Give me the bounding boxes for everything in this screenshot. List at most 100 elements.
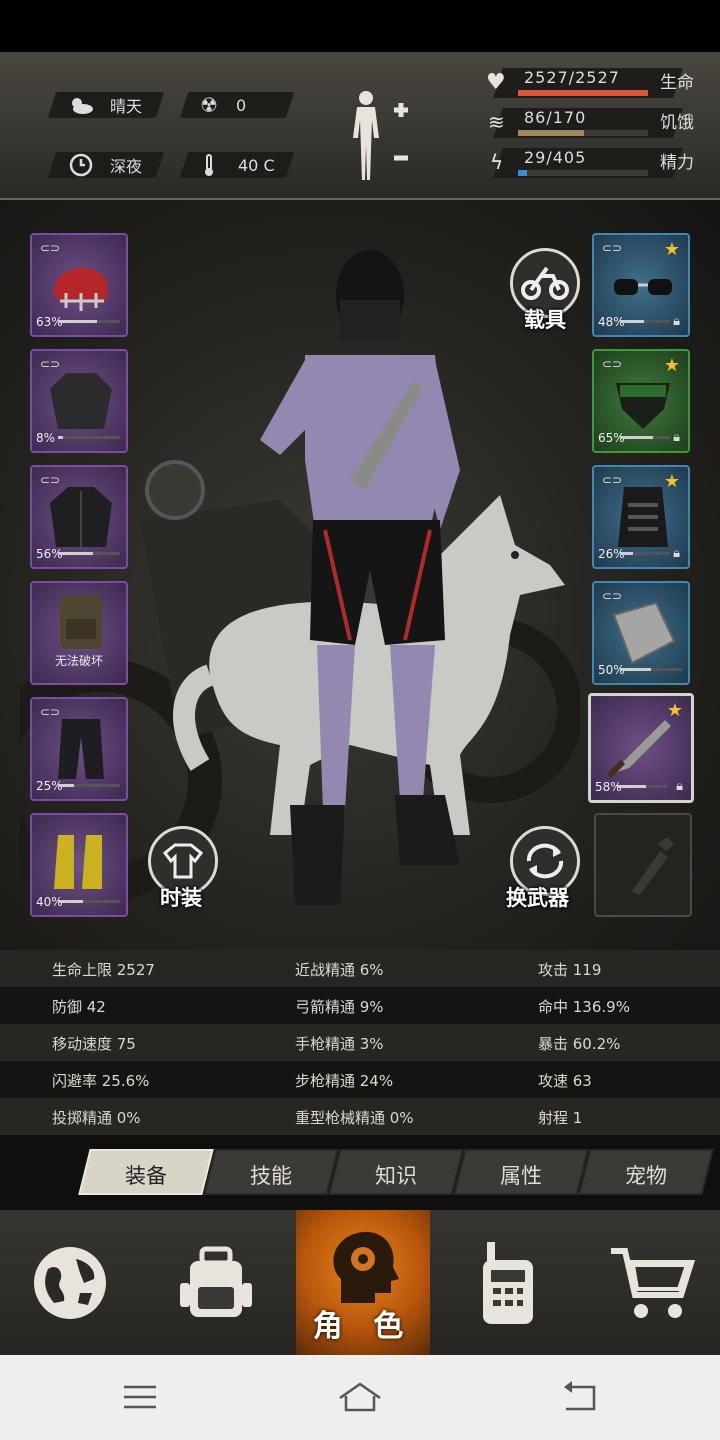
energy-track — [518, 170, 648, 176]
menu-lines-icon — [124, 1385, 156, 1409]
recent-apps-button[interactable] — [110, 1377, 170, 1417]
durability-bar — [620, 552, 670, 555]
equip-slot-secondary-empty[interactable] — [594, 813, 692, 917]
durability-bar — [58, 436, 120, 439]
indestructible-label: 无法破坏 — [54, 654, 103, 668]
durability-fill — [58, 436, 63, 439]
character-scene: ⊂⊃ 63% ⊂⊃ 8% ⊂⊃ 56% 无法破坏 ⊂⊃ 25% 40% ⊂⊃ ★… — [0, 200, 720, 950]
thermometer-icon — [196, 152, 222, 178]
durability-bar — [58, 784, 120, 787]
durability-fill — [58, 900, 83, 903]
durability-fill — [620, 436, 653, 439]
swap-arrows-icon — [526, 843, 564, 879]
radiation-value: 0 — [236, 95, 247, 115]
durability-fill — [620, 552, 633, 555]
equip-slot-backpack[interactable]: 无法破坏 — [30, 581, 128, 685]
top-blank-bar — [0, 0, 720, 52]
durability-bar — [58, 320, 120, 323]
nav-inventory[interactable] — [146, 1210, 286, 1355]
stat-cell: 步枪精通 24% — [295, 1072, 394, 1090]
equip-slot-mask[interactable]: ⊂⊃ ★ 65% 🔒︎ — [592, 349, 690, 453]
temperature-status: 40 C — [186, 152, 275, 178]
stat-cell: 投掷精通 0% — [52, 1109, 141, 1127]
bottom-navigation: 角 色 — [0, 1210, 720, 1355]
body-status-button[interactable] — [346, 90, 426, 182]
hunger-track — [518, 130, 648, 136]
weather-text: 晴天 — [110, 97, 143, 116]
jacket-item-icon — [50, 487, 112, 547]
temperature-value: 40 C — [238, 155, 275, 175]
body-silhouette-icon — [353, 91, 408, 180]
energy-value: 29/405 — [524, 148, 587, 167]
stat-cell: 攻击 119 — [538, 961, 602, 979]
energy-fill — [518, 170, 528, 176]
stomach-icon: ≋ — [488, 110, 505, 134]
tab-label: 宠物 — [625, 1164, 667, 1188]
backpack-item-icon — [60, 595, 102, 649]
stat-cell: 命中 136.9% — [538, 998, 630, 1016]
pants-item-icon — [58, 719, 104, 779]
home-icon — [339, 1382, 381, 1412]
hunger-bar: ≋ 86/170 饥饿 — [478, 108, 718, 140]
nav-radio[interactable] — [438, 1210, 578, 1355]
gas-mask-item-icon — [616, 383, 670, 429]
durability-fill — [620, 668, 651, 671]
equip-slot-jacket[interactable]: ⊂⊃ 56% — [30, 465, 128, 569]
sunglasses-item-icon — [614, 279, 672, 295]
nav-world-map[interactable] — [0, 1210, 140, 1355]
durability-bar — [620, 668, 682, 671]
tactical-vest-item-icon — [618, 487, 668, 547]
tshirt-icon — [163, 843, 203, 879]
equip-slot-helmet[interactable]: ⊂⊃ 63% — [30, 233, 128, 337]
machete-item-icon — [606, 720, 671, 778]
energy-bar: ϟ 29/405 精力 — [478, 148, 718, 180]
tab-label: 技能 — [250, 1164, 292, 1188]
motorcycle-icon — [521, 266, 569, 300]
nav-character[interactable]: 角 色 — [296, 1210, 430, 1355]
stat-cell: 防御 42 — [52, 998, 106, 1016]
back-arrow-icon — [564, 1381, 596, 1411]
durability-text: 8% — [36, 431, 56, 445]
tab-label: 装备 — [125, 1164, 167, 1188]
helmet-item-icon — [53, 267, 108, 311]
hunger-fill — [518, 130, 584, 136]
stat-cell: 闪避率 25.6% — [52, 1072, 150, 1090]
vehicle-label: 载具 — [524, 308, 566, 332]
durability-bar — [617, 785, 667, 788]
durability-fill — [58, 552, 93, 555]
equip-slot-pants[interactable]: ⊂⊃ 25% — [30, 697, 128, 801]
stat-cell: 攻速 63 — [538, 1072, 592, 1090]
stats-row: 防御 42 弓箭精通 9% 命中 136.9% — [0, 987, 720, 1024]
weather-status: 晴天 — [58, 92, 142, 118]
status-panel: 晴天 ☢ 0 深夜 40 C ♥ 2527/2527 生命 ≋ 86/170 饥… — [0, 52, 720, 200]
globe-icon — [34, 1246, 106, 1319]
back-button[interactable] — [550, 1377, 610, 1417]
survivor-character-illustration — [260, 250, 460, 905]
equip-slot-shirt[interactable]: ⊂⊃ 8% — [30, 349, 128, 453]
stat-cell: 重型枪械精通 0% — [295, 1109, 414, 1127]
equip-slot-shield[interactable]: ⊂⊃ 50% — [592, 581, 690, 685]
durability-fill — [617, 785, 646, 788]
home-button[interactable] — [330, 1377, 390, 1417]
equip-slot-glasses[interactable]: ⊂⊃ ★ 48% 🔒︎ — [592, 233, 690, 337]
equip-slot-weapon-machete[interactable]: ★ 58% 🔒︎ — [588, 693, 694, 803]
system-navigation-bar — [0, 1355, 720, 1440]
switch-weapon-label: 换武器 — [506, 886, 569, 910]
tab-label: 属性 — [500, 1164, 542, 1188]
hunger-value: 86/170 — [524, 108, 587, 127]
nav-shop[interactable] — [582, 1210, 720, 1355]
shirt-item-icon — [50, 373, 112, 429]
durability-bar — [620, 436, 670, 439]
attributes-table: 生命上限 2527 近战精通 6% 攻击 119 防御 42 弓箭精通 9% 命中 136… — [0, 950, 720, 1135]
cloud-sun-icon — [68, 92, 94, 118]
time-text: 深夜 — [110, 157, 143, 176]
stat-cell: 移动速度 75 — [52, 1035, 136, 1053]
tab-label: 知识 — [375, 1164, 417, 1188]
durability-fill — [58, 784, 74, 787]
stats-row: 闪避率 25.6% 步枪精通 24% 攻速 63 — [0, 1061, 720, 1098]
equip-slot-boots[interactable]: 40% — [30, 813, 128, 917]
radiation-status: ☢ 0 — [186, 92, 246, 118]
health-value: 2527/2527 — [524, 68, 620, 87]
equip-slot-vest[interactable]: ⊂⊃ ★ 26% 🔒︎ — [592, 465, 690, 569]
stat-cell: 弓箭精通 9% — [295, 998, 384, 1016]
